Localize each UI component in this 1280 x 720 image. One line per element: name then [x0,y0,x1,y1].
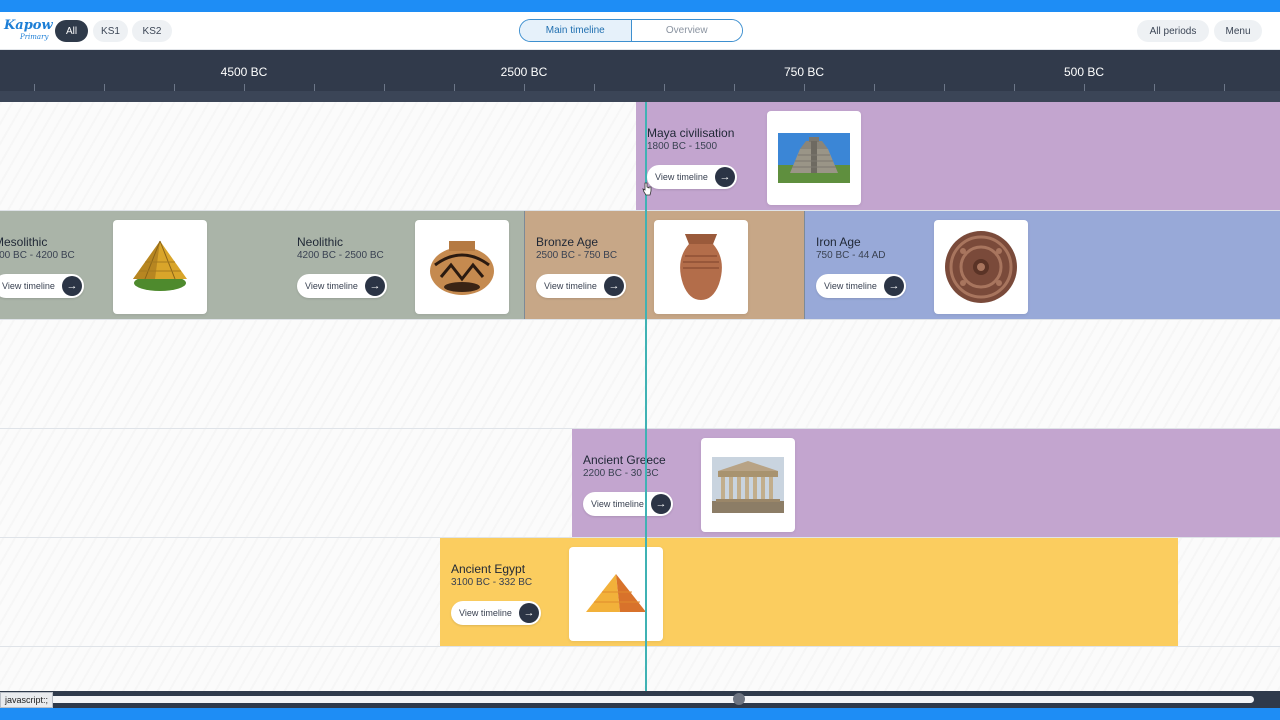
view-timeline-button[interactable]: View timeline → [297,274,387,298]
period-title: Mesolithic [0,235,48,249]
filter-ks2-button[interactable]: KS2 [132,20,172,42]
ruler-label-500bc: 500 BC [1063,65,1105,79]
arrow-right-icon: → [884,276,904,296]
arrow-right-icon: → [62,276,82,296]
period-band-neolithic[interactable]: Neolithic 4200 BC - 2500 BC View timelin… [285,211,524,319]
period-dates: 2200 BC - 30 BC [583,468,659,479]
view-timeline-label: View timeline [544,281,597,291]
all-periods-button[interactable]: All periods [1137,20,1209,42]
view-timeline-label: View timeline [591,499,644,509]
view-timeline-label: View timeline [305,281,358,291]
period-band-mesolithic[interactable]: Mesolithic 9600 BC - 4200 BC View timeli… [0,211,285,319]
period-dates: 1800 BC - 1500 [647,141,718,152]
ruler-label-4500bc: 4500 BC [220,65,268,79]
view-switcher: Main timeline Overview [519,19,743,42]
period-dates: 9600 BC - 4200 BC [0,250,75,261]
bronze-age-urn-image[interactable] [654,220,748,314]
filter-all-button[interactable]: All [55,20,88,42]
browser-frame-top [0,0,1280,12]
arrow-right-icon: → [604,276,624,296]
period-title: Ancient Egypt [451,562,526,576]
logo-main-text: Kapow [4,18,53,33]
ruler-label-2500bc: 2500 BC [500,65,548,79]
view-timeline-label: View timeline [2,281,55,291]
row-divider [0,319,1280,320]
view-timeline-button[interactable]: View timeline → [451,601,541,625]
row-divider [0,646,1280,647]
period-title: Ancient Greece [583,453,666,467]
arrow-right-icon: → [715,167,735,187]
view-timeline-button[interactable]: View timeline → [0,274,84,298]
top-bar: Kapow Primary All KS1 KS2 Main timeline … [0,12,1280,50]
timeline-ruler[interactable]: 4500 BC 2500 BC 750 BC 500 BC [0,50,1280,102]
main-timeline-tab[interactable]: Main timeline [520,20,632,41]
period-band-ancient-greece[interactable]: Ancient Greece 2200 BC - 30 BC View time… [572,429,1280,537]
menu-button[interactable]: Menu [1214,20,1262,42]
mesolithic-hut-image[interactable] [113,220,207,314]
period-title: Bronze Age [536,235,599,249]
view-timeline-label: View timeline [459,608,512,618]
period-title: Iron Age [816,235,861,249]
filter-ks1-button[interactable]: KS1 [93,20,128,42]
period-dates: 4200 BC - 2500 BC [297,250,384,261]
period-band-maya[interactable]: Maya civilisation 1800 BC - 1500 View ti… [636,102,1280,210]
timeline-scrollbar[interactable] [0,691,1280,708]
neolithic-pot-image[interactable] [415,220,509,314]
hand-cursor-icon [642,182,652,196]
view-timeline-label: View timeline [655,172,708,182]
browser-status-url: javascript:; [0,692,54,708]
ruler-strip [0,91,1280,102]
logo-sub-text: Primary [20,33,49,41]
view-timeline-button[interactable]: View timeline → [583,492,673,516]
scrollbar-track[interactable] [48,696,1254,703]
pyramid-image[interactable] [569,547,663,641]
iron-age-shield-image[interactable] [934,220,1028,314]
period-band-iron-age[interactable]: Iron Age 750 BC - 44 AD View timeline → [804,211,1280,319]
period-band-ancient-egypt[interactable]: Ancient Egypt 3100 BC - 332 BC View time… [440,538,1178,646]
maya-pyramid-image[interactable] [767,111,861,205]
arrow-right-icon: → [519,603,539,623]
period-dates: 750 BC - 44 AD [816,250,886,261]
browser-frame-bottom [0,708,1280,720]
parthenon-image[interactable] [701,438,795,532]
ruler-label-750bc: 750 BC [783,65,825,79]
view-timeline-button[interactable]: View timeline → [816,274,906,298]
period-dates: 2500 BC - 750 BC [536,250,618,261]
arrow-right-icon: → [651,494,671,514]
view-timeline-label: View timeline [824,281,877,291]
period-band-bronze-age[interactable]: Bronze Age 2500 BC - 750 BC View timelin… [524,211,804,319]
timeline-canvas[interactable]: Maya civilisation 1800 BC - 1500 View ti… [0,102,1280,691]
arrow-right-icon: → [365,276,385,296]
view-timeline-button[interactable]: View timeline → [536,274,626,298]
period-title: Neolithic [297,235,344,249]
period-dates: 3100 BC - 332 BC [451,577,533,588]
period-title: Maya civilisation [647,126,735,140]
overview-tab[interactable]: Overview [631,20,742,41]
view-timeline-button[interactable]: View timeline → [647,165,737,189]
kapow-logo[interactable]: Kapow Primary [4,18,53,45]
scrollbar-thumb[interactable] [733,693,745,705]
